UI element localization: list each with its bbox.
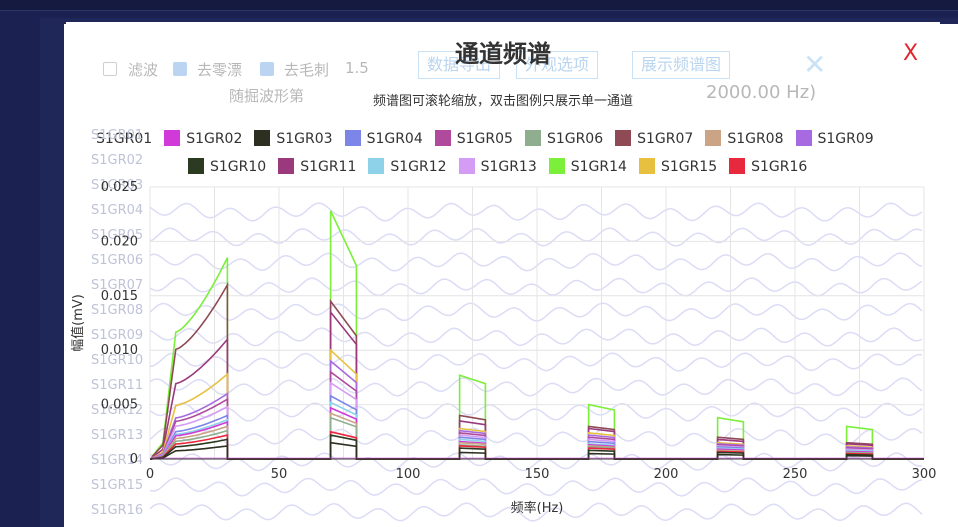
- x-axis-label: 频率(Hz): [511, 500, 564, 516]
- x-tick-label: 200: [654, 467, 679, 482]
- background-channel-name: S1GR02: [91, 153, 143, 168]
- background-wave: [149, 227, 923, 247]
- y-tick-label: 0.005: [101, 398, 138, 413]
- background-channel-name: S1GR09: [91, 328, 143, 343]
- background-wave: [149, 277, 923, 297]
- spectrum-modal: 滤波 去零漂 去毛刺 1.5 随掘波形第 数据导出 外观选项 展示频谱图 ✕ 2…: [66, 22, 940, 527]
- background-wave: [149, 202, 923, 222]
- y-axis-label: 幅值(mV): [70, 294, 86, 352]
- background-channel-name: S1GR16: [91, 503, 143, 518]
- spectrum-chart[interactable]: S1GR01S1GR02S1GR03S1GR04S1GR05S1GR06S1GR…: [66, 22, 940, 527]
- background-wave: [149, 427, 923, 447]
- x-tick-label: 150: [525, 467, 550, 482]
- y-tick-label: 0.020: [101, 234, 138, 249]
- x-tick-label: 100: [396, 467, 421, 482]
- background-channel-name: S1GR13: [91, 428, 143, 443]
- background-channel-name: S1GR08: [91, 303, 143, 318]
- background-wave: [149, 377, 923, 397]
- y-tick-label: 0: [130, 452, 138, 467]
- background-wave: [149, 327, 923, 347]
- background-channel-name: S1GR06: [91, 253, 143, 268]
- y-tick-label: 0.010: [101, 343, 138, 358]
- x-tick-label: 250: [783, 467, 808, 482]
- background-wave: [149, 352, 923, 372]
- background-wave: [149, 302, 923, 322]
- background-channel-name: S1GR15: [91, 478, 143, 493]
- background-wave: [149, 402, 923, 422]
- x-tick-label: 50: [271, 467, 288, 482]
- background-channel-name: S1GR11: [91, 378, 143, 393]
- x-tick-label: 0: [146, 467, 154, 482]
- y-tick-label: 0.025: [101, 180, 138, 195]
- background-channel-name: S1GR01: [91, 128, 143, 143]
- background-channel-name: S1GR04: [91, 203, 143, 218]
- top-bar: [0, 0, 958, 11]
- y-tick-label: 0.015: [101, 289, 138, 304]
- background-wave: [149, 252, 923, 272]
- x-tick-label: 300: [912, 467, 937, 482]
